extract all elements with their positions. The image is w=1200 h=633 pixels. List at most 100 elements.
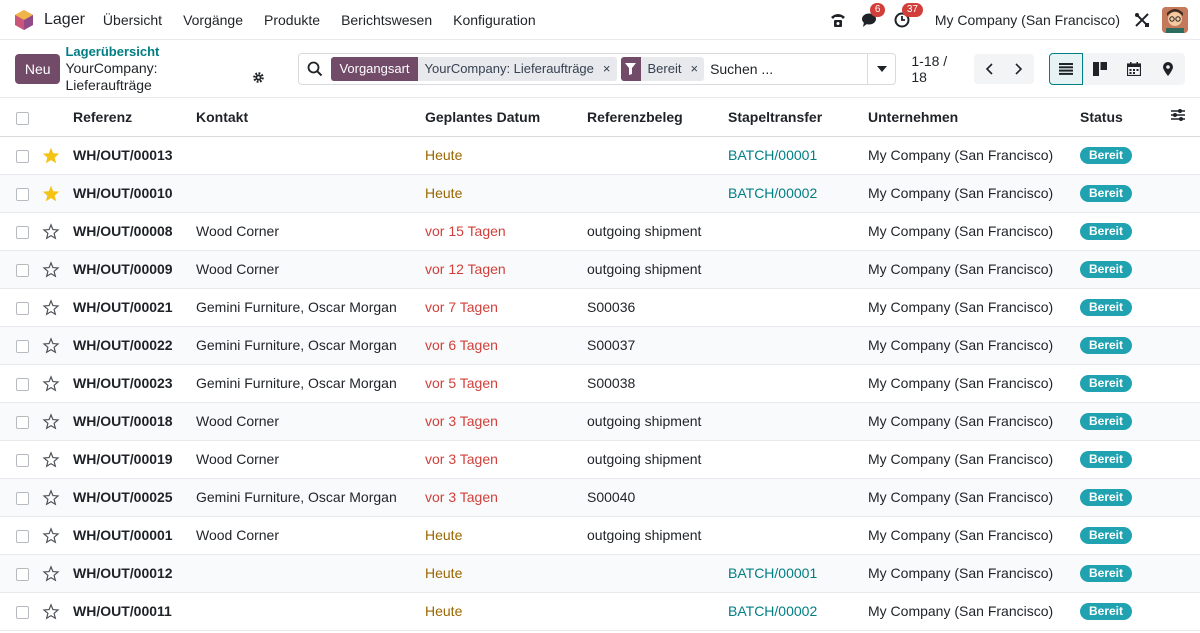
avatar[interactable] [1162,6,1188,33]
cell-kontakt: Wood Corner [196,413,280,429]
row-checkbox[interactable] [0,478,42,516]
new-button[interactable]: Neu [15,53,61,84]
cell-stapeltransfer[interactable]: BATCH/00002 [728,592,868,630]
cell-stapeltransfer[interactable] [728,516,868,554]
gear-icon[interactable] [252,71,265,84]
cell-stapeltransfer[interactable] [728,212,868,250]
column-header-unternehmen[interactable]: Unternehmen [868,98,1080,136]
pager-value[interactable]: 1-18 / 18 [911,53,966,85]
status-badge: Bereit [1080,413,1133,430]
star-icon[interactable] [42,516,73,554]
star-icon[interactable] [42,326,73,364]
column-header-geplantes-datum[interactable]: Geplantes Datum [425,98,587,136]
facet-remove-icon[interactable]: × [688,57,704,81]
star-icon[interactable] [42,250,73,288]
cell-kontakt [196,174,425,212]
star-icon[interactable] [42,402,73,440]
menu-item-konfiguration[interactable]: Konfiguration [453,12,536,28]
star-icon[interactable] [42,288,73,326]
star-icon[interactable] [42,440,73,478]
cell-stapeltransfer[interactable]: BATCH/00001 [728,136,868,174]
row-checkbox[interactable] [0,288,42,326]
table-row[interactable]: WH/OUT/00009 Wood Corner vor 12 Tagen outgo… [0,250,1200,288]
table-row[interactable]: WH/OUT/00018 Wood Corner vor 3 Tagen outgoi… [0,402,1200,440]
row-checkbox[interactable] [0,250,42,288]
clock-icon[interactable]: 37 [891,2,923,31]
menu-item-berichtswesen[interactable]: Berichtswesen [341,12,432,28]
phone-icon[interactable] [827,9,849,31]
app-name[interactable]: Lager [44,11,85,29]
column-header-stapeltransfer[interactable]: Stapeltransfer [728,98,868,136]
list-view-icon[interactable] [1048,52,1083,85]
table-row[interactable]: WH/OUT/00025 Gemini Furniture, Oscar Morg… [0,478,1200,516]
cell-stapeltransfer[interactable] [728,440,868,478]
cell-unternehmen: My Company (San Francisco) [868,489,1054,505]
star-icon[interactable] [42,364,73,402]
tools-icon[interactable] [1132,10,1152,30]
cell-stapeltransfer[interactable] [728,326,868,364]
column-header-referenzbeleg[interactable]: Referenzbeleg [587,98,728,136]
chevron-left-icon[interactable] [973,53,1004,84]
search-input[interactable] [710,60,861,77]
cell-stapeltransfer[interactable] [728,364,868,402]
control-panel: Neu Lagerübersicht YourCompany: Lieferau… [0,40,1200,98]
cell-stapeltransfer[interactable] [728,250,868,288]
row-checkbox[interactable] [0,516,42,554]
table-row[interactable]: WH/OUT/00023 Gemini Furniture, Oscar Morg… [0,364,1200,402]
chevron-right-icon[interactable] [1003,53,1034,84]
column-header-referenz[interactable]: Referenz [73,98,196,136]
star-icon[interactable] [42,136,73,174]
cell-referenz: WH/OUT/00019 [73,451,173,467]
chat-icon[interactable]: 6 [859,2,886,31]
row-checkbox[interactable] [0,554,42,592]
column-header-kontakt[interactable]: Kontakt [196,98,425,136]
row-checkbox[interactable] [0,402,42,440]
map-view-icon[interactable] [1150,52,1185,85]
cell-status: Bereit [1080,364,1170,402]
row-checkbox[interactable] [0,212,42,250]
facet-remove-icon[interactable]: × [601,57,617,81]
star-icon[interactable] [42,212,73,250]
table-row[interactable]: WH/OUT/00011 Heute BATCH/00002 My Company (… [0,592,1200,630]
cell-stapeltransfer[interactable]: BATCH/00001 [728,554,868,592]
cell-kontakt: Gemini Furniture, Oscar Morgan [196,337,397,353]
search-icon[interactable] [307,61,323,77]
select-all-checkbox[interactable] [0,98,42,136]
menu-item-vorgaenge[interactable]: Vorgänge [183,12,243,28]
table-row[interactable]: WH/OUT/00013 Heute BATCH/00001 My Company (… [0,136,1200,174]
app-logo-icon[interactable] [14,9,34,31]
row-checkbox[interactable] [0,592,42,630]
table-row[interactable]: WH/OUT/00021 Gemini Furniture, Oscar Morg… [0,288,1200,326]
table-row[interactable]: WH/OUT/00012 Heute BATCH/00001 My Company (… [0,554,1200,592]
cell-stapeltransfer[interactable]: BATCH/00002 [728,174,868,212]
table-row[interactable]: WH/OUT/00022 Gemini Furniture, Oscar Morg… [0,326,1200,364]
table-row[interactable]: WH/OUT/00010 Heute BATCH/00002 My Company (… [0,174,1200,212]
table-row[interactable]: WH/OUT/00008 Wood Corner vor 15 Tagen outgo… [0,212,1200,250]
caret-down-icon[interactable] [867,53,895,84]
star-icon[interactable] [42,592,73,630]
row-checkbox[interactable] [0,136,42,174]
optional-columns-icon[interactable] [1170,98,1200,136]
star-icon[interactable] [42,554,73,592]
row-checkbox[interactable] [0,440,42,478]
row-checkbox[interactable] [0,174,42,212]
star-icon[interactable] [42,478,73,516]
cell-stapeltransfer[interactable] [728,288,868,326]
cell-referenzbeleg [587,174,728,212]
row-checkbox[interactable] [0,326,42,364]
menu-item-uebersicht[interactable]: Übersicht [103,12,162,28]
menu-item-produkte[interactable]: Produkte [264,12,320,28]
calendar-view-icon[interactable] [1116,52,1151,85]
cell-geplantes-datum: vor 15 Tagen [425,223,506,239]
column-header-status[interactable]: Status [1080,98,1170,136]
table-row[interactable]: WH/OUT/00001 Wood Corner Heute outgoing shi… [0,516,1200,554]
cell-stapeltransfer[interactable] [728,402,868,440]
kanban-view-icon[interactable] [1082,52,1117,85]
star-icon[interactable] [42,174,73,212]
cell-stapeltransfer[interactable] [728,478,868,516]
cell-referenz: WH/OUT/00011 [73,603,172,619]
company-switcher[interactable]: My Company (San Francisco) [935,12,1120,28]
table-row[interactable]: WH/OUT/00019 Wood Corner vor 3 Tagen outgoi… [0,440,1200,478]
row-checkbox[interactable] [0,364,42,402]
breadcrumb-parent[interactable]: Lagerübersicht [65,43,265,60]
